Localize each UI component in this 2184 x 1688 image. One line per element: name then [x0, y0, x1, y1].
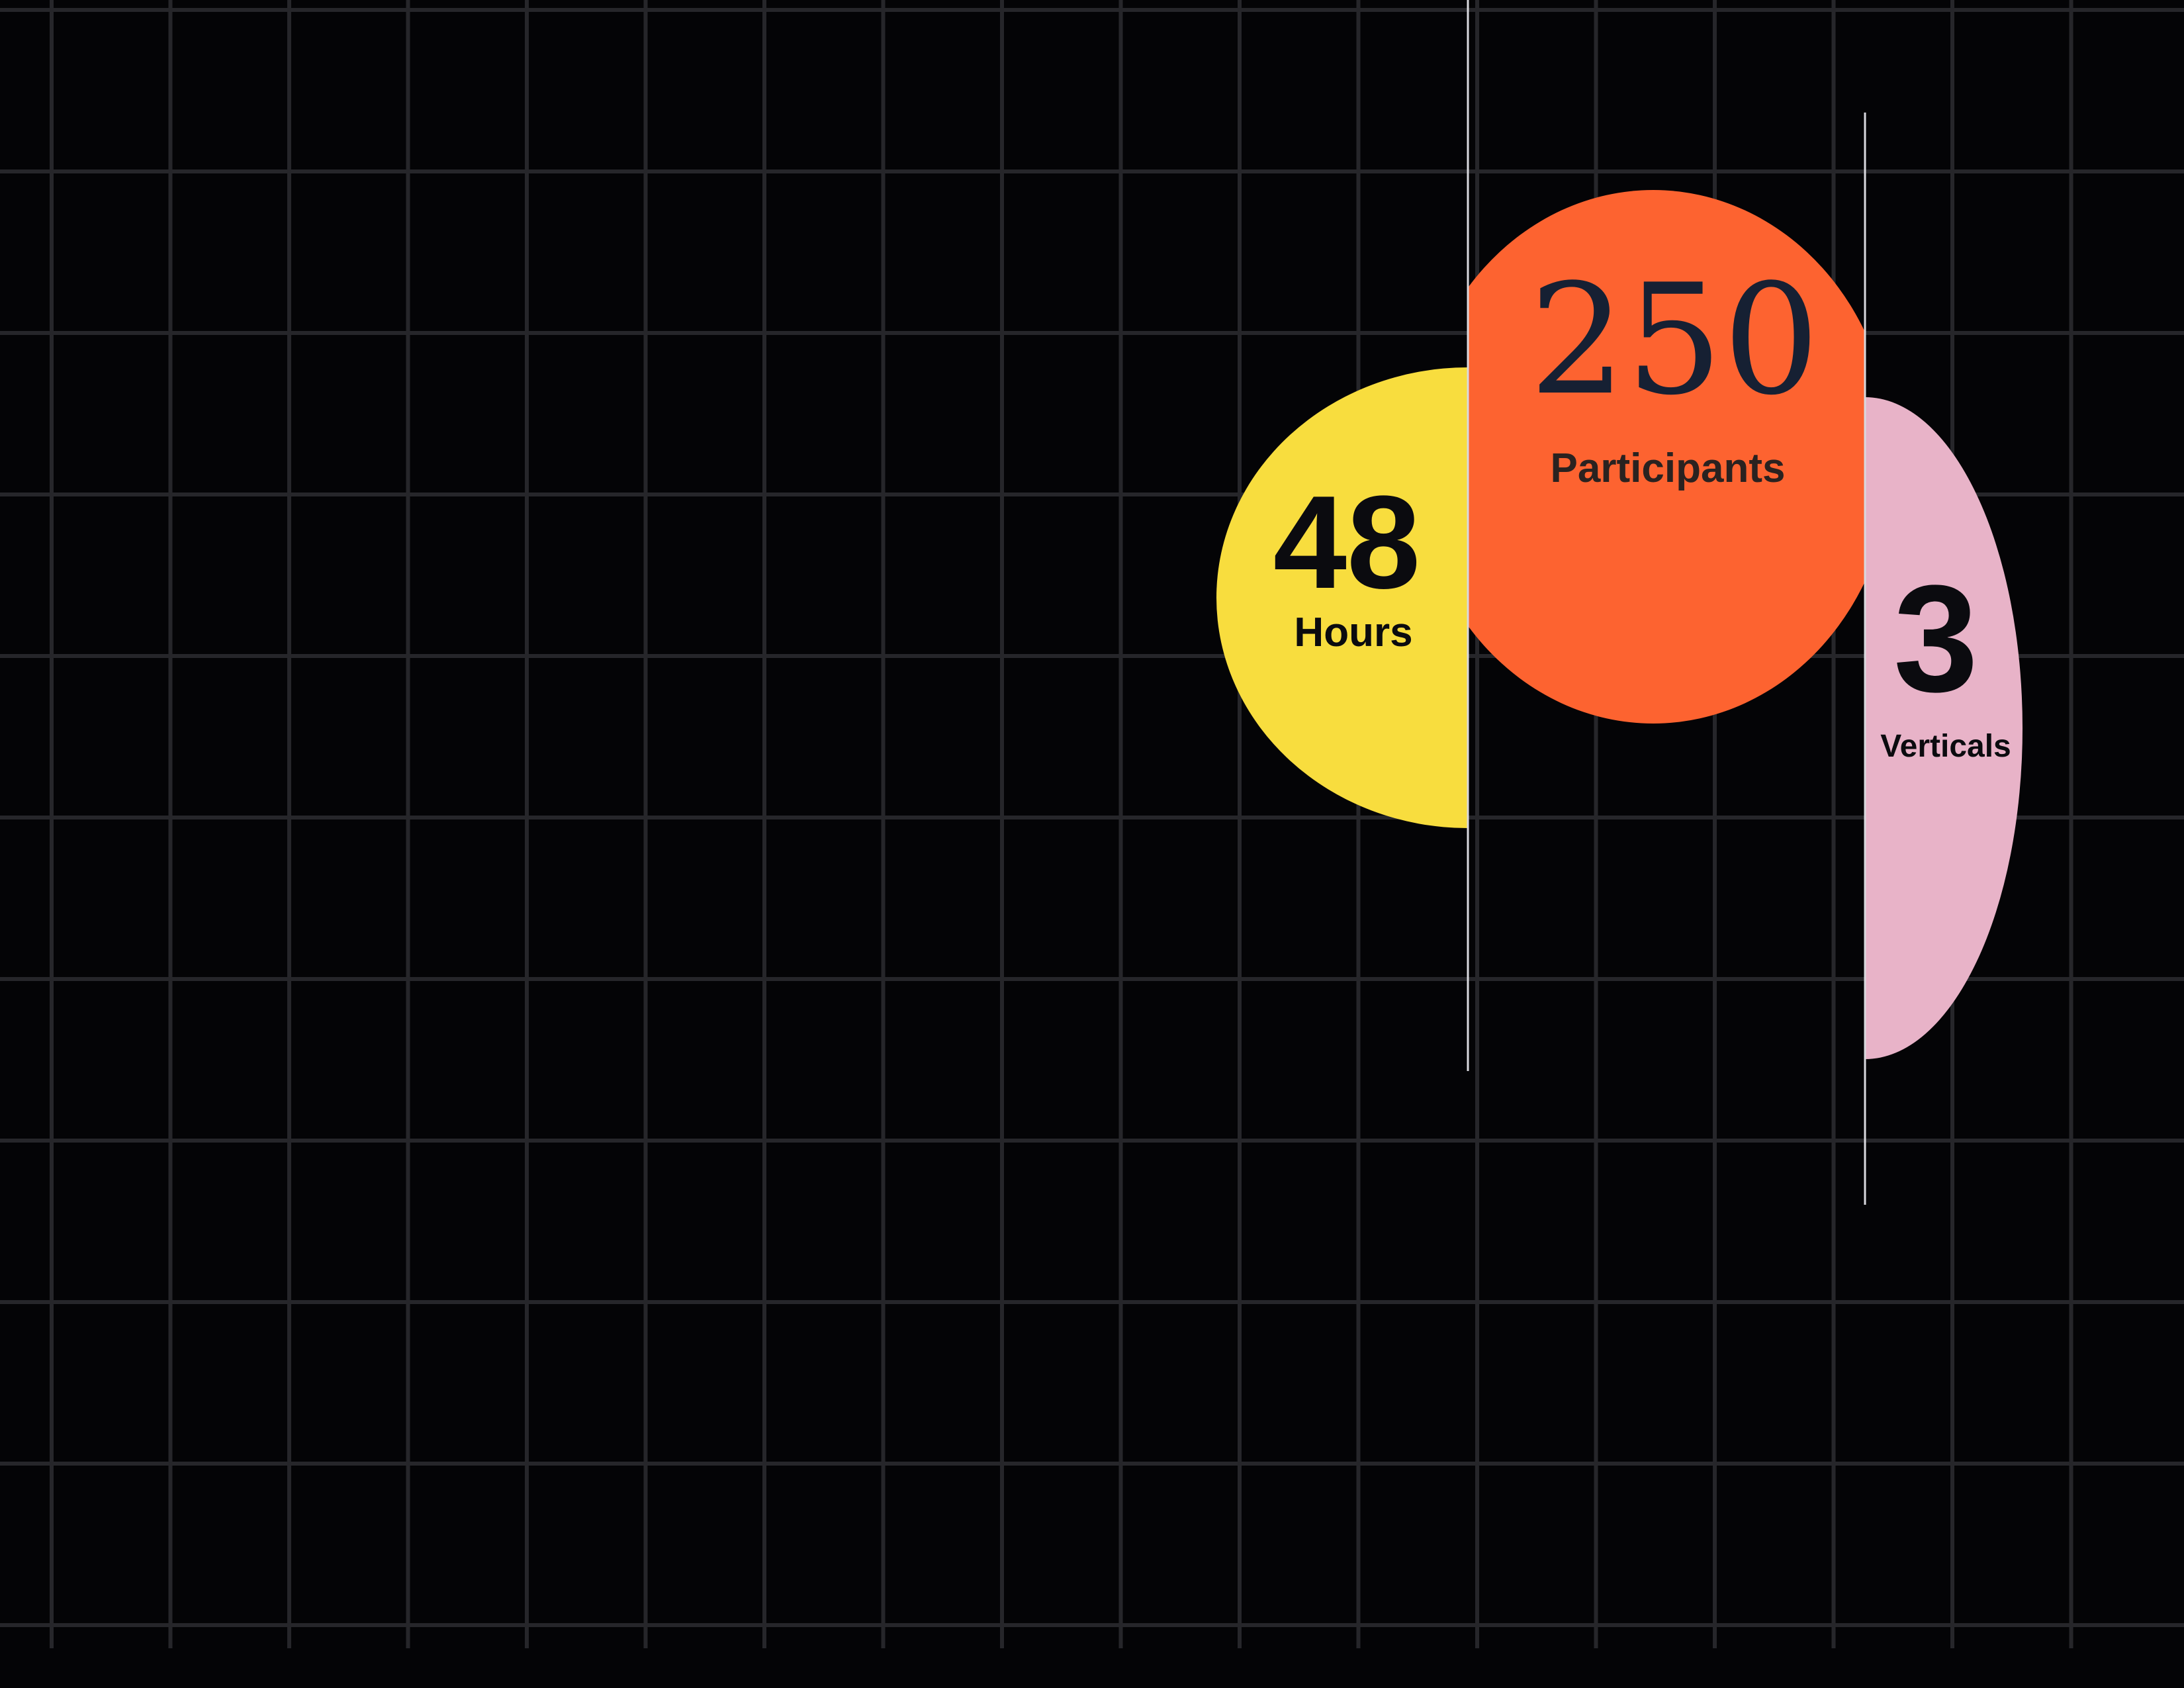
hours-label: Hours	[1294, 610, 1413, 655]
participants-label: Participants	[1550, 445, 1786, 491]
hours-number: 48	[1273, 469, 1421, 616]
stat-shapes	[1216, 0, 2023, 1205]
participants-number: 250	[1529, 252, 1820, 429]
verticals-number: 3	[1893, 553, 1978, 724]
verticals-label: Verticals	[1880, 729, 2011, 764]
